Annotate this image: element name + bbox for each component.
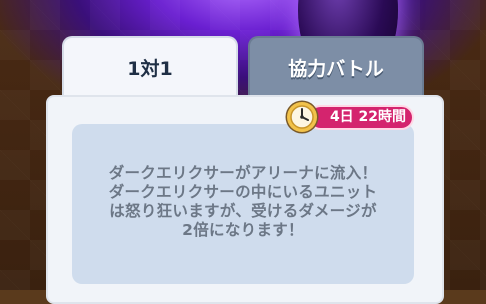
event-description-line: 2倍になります！	[182, 221, 304, 239]
event-description-line: ダークエリクサーの中にいるユニット	[108, 183, 378, 201]
event-description: ダークエリクサーがアリーナに流入！ ダークエリクサーの中にいるユニット は怒り狂…	[72, 164, 414, 240]
tab-1v1-label: 1対1	[127, 58, 173, 80]
tab-coop-battle-label: 協力バトル	[288, 58, 384, 80]
timer-label: 4日 22時間	[329, 109, 407, 125]
tab-coop-battle[interactable]: 協力バトル	[248, 36, 424, 98]
tab-1v1[interactable]: 1対1	[62, 36, 238, 98]
event-description-line: ダークエリクサーがアリーナに流入！	[108, 164, 378, 182]
clock-icon	[285, 100, 319, 134]
event-description-line: は怒り狂いますが、受けるダメージが	[109, 202, 377, 220]
